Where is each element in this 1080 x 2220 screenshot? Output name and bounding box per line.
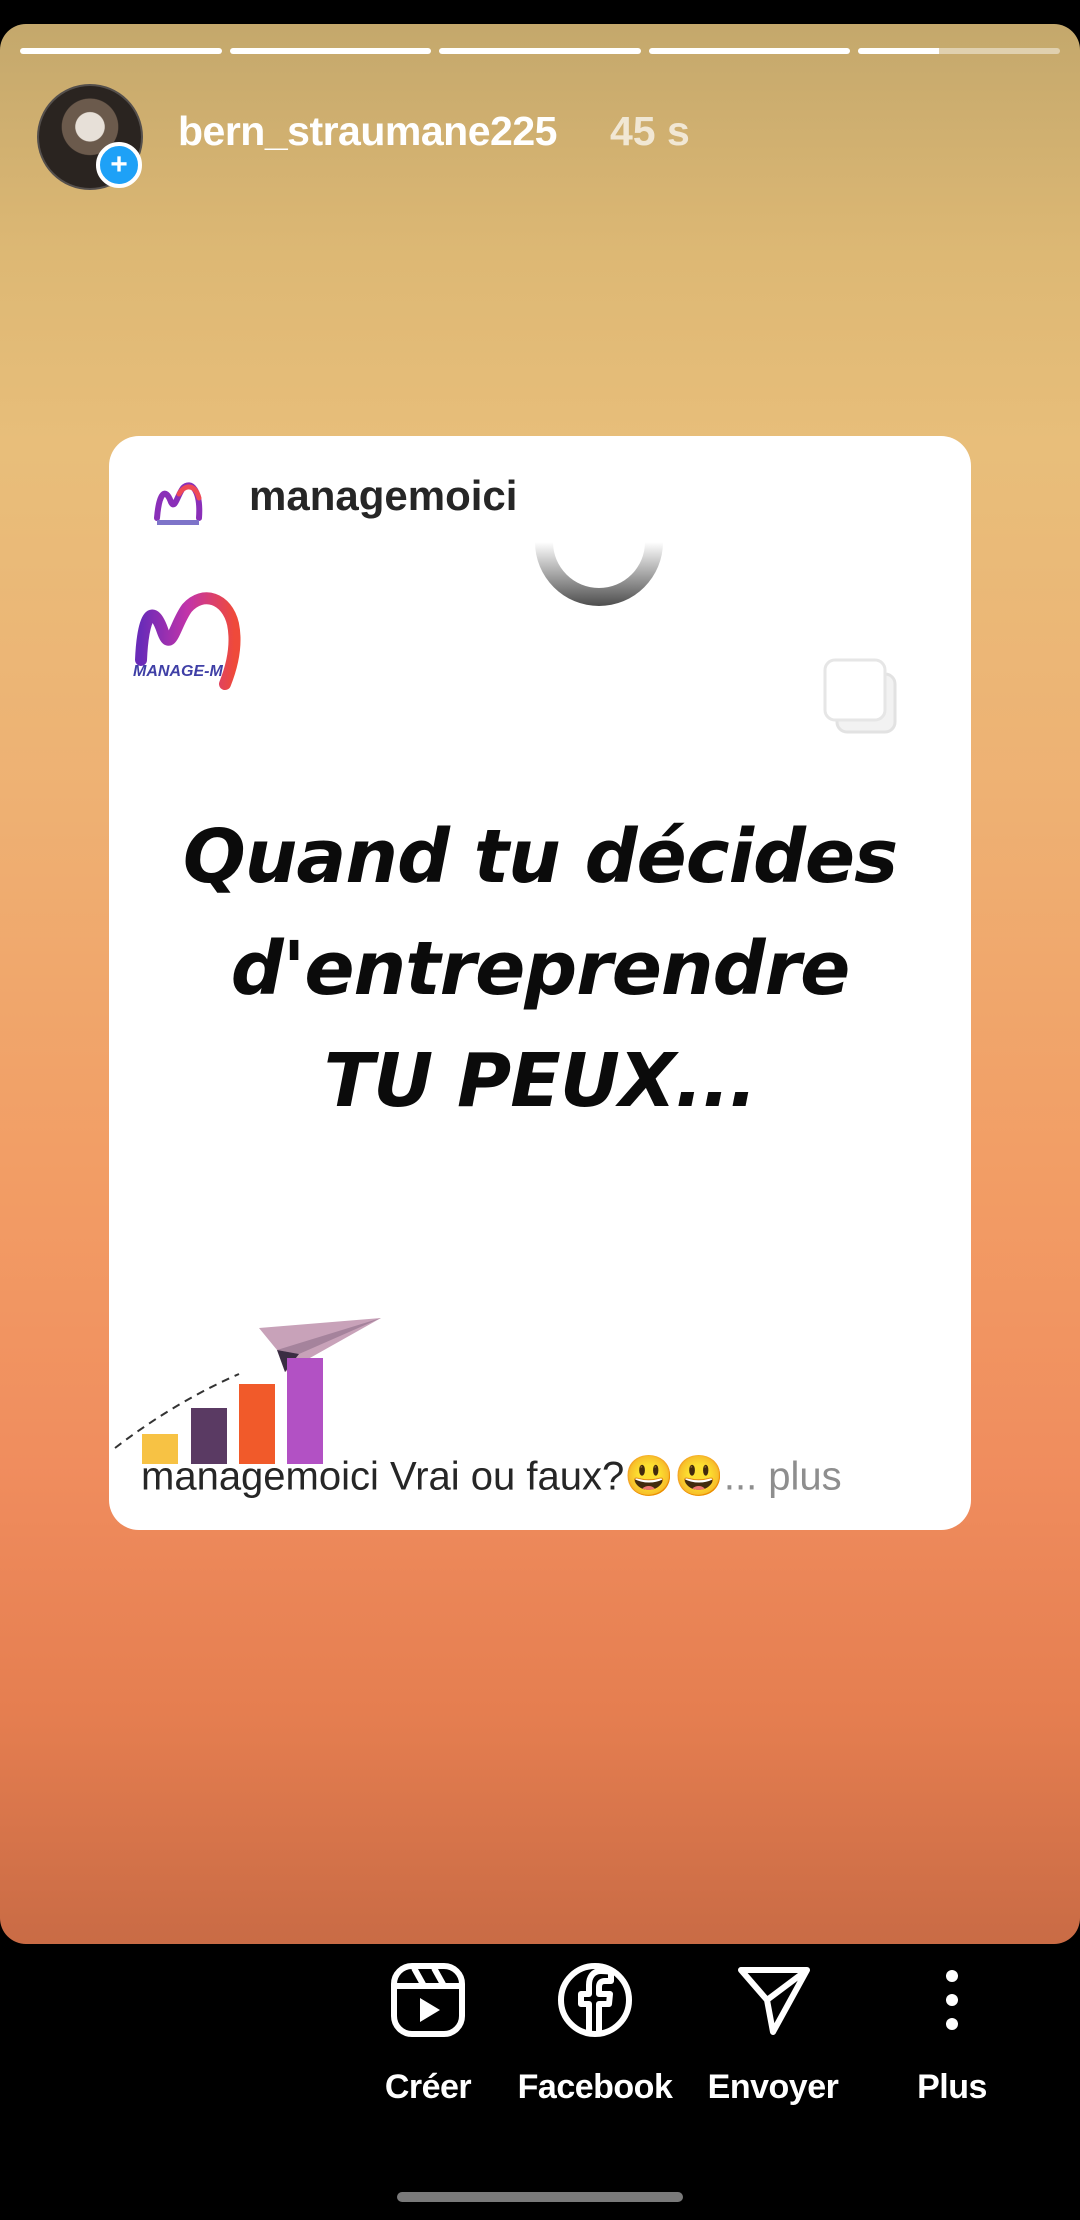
story-time: 45 s [610,108,690,154]
caption-user[interactable]: managemoici [141,1455,379,1499]
progress-segment [439,48,641,54]
multiple-photos-icon [823,658,897,734]
post-author[interactable]: managemoici [249,472,517,520]
create-button[interactable]: Créer [338,1960,518,2107]
more-button[interactable]: Plus [862,1960,1042,2107]
headline-line: TU PEUX... [323,1038,758,1124]
progress-segment [648,48,851,54]
send-label: Envoyer [707,2068,839,2106]
facebook-share-button[interactable]: Facebook [505,1960,685,2107]
manage-moi-logo: MANAGE-M [133,592,241,690]
story-view[interactable]: + bern_straumane225 45 s managemoici MAN… [0,24,1080,1944]
story-username[interactable]: bern_straumane225 [178,108,557,155]
growth-chart-illustration [114,1318,381,1464]
send-icon [738,1967,810,2035]
send-button[interactable]: Envoyer [683,1960,863,2107]
caption-emojis: 😃😃 [624,1454,724,1499]
facebook-icon [558,1963,632,2037]
more-label: Plus [917,2068,987,2106]
story-actions-bar: Créer Facebook Envoyer Plus [0,1960,1080,2160]
add-story-plus-icon[interactable]: + [96,142,142,188]
loading-spinner-icon [535,542,663,606]
facebook-label: Facebook [517,2068,673,2106]
growth-bar [287,1358,323,1464]
post-headline: Quand tu décides d'entreprendre TU PEUX.… [109,801,971,1137]
progress-segment [20,48,222,54]
post-caption[interactable]: managemoici Vrai ou faux?😃😃... plus [141,1453,941,1500]
reels-icon [391,1963,465,2037]
caption-text: Vrai ou faux? [390,1454,625,1499]
progress-segment [229,48,432,54]
logo-text: MANAGE-M [133,663,223,680]
create-label: Créer [384,2068,472,2106]
progress-segment-current [858,48,1060,54]
more-vertical-icon [946,1970,958,2030]
headline-line: d'entreprendre [230,926,851,1012]
post-image[interactable]: MANAGE-M Quand tu décides d'entreprendre [109,542,971,1464]
headline-line: Quand tu décides [182,814,898,900]
shared-post-card[interactable]: managemoici MANAGE-M Quand tu décides d'… [109,436,971,1530]
caption-more-link[interactable]: ... plus [724,1455,842,1499]
home-indicator[interactable] [397,2192,683,2202]
story-progress [20,48,1060,54]
managemoici-logo-icon [154,482,203,525]
